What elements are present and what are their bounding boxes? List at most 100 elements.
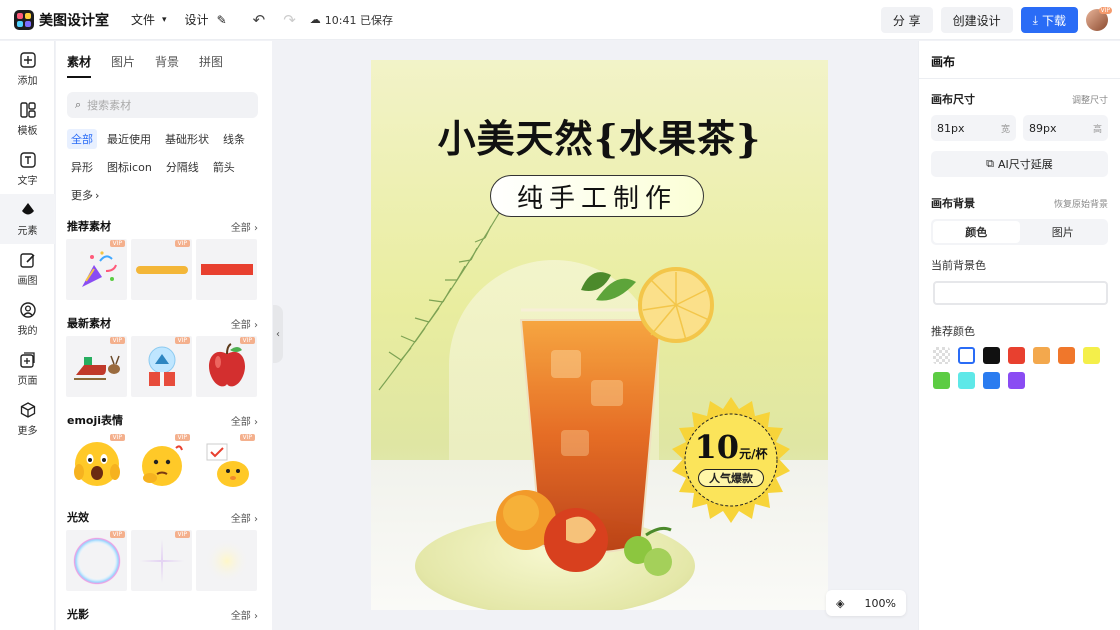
poster-title[interactable]: 小美天然{水果茶} <box>371 108 828 163</box>
logo-icon <box>14 9 34 30</box>
color-swatch[interactable] <box>933 372 950 389</box>
layers-icon[interactable]: ◈ <box>836 597 844 610</box>
price-badge[interactable]: 10元/杯 人气爆款 <box>666 395 796 525</box>
rail-item-elements[interactable]: 元素 <box>0 194 55 244</box>
current-color-swatch[interactable] <box>933 281 1108 305</box>
app-logo[interactable]: 美图设计室 <box>14 9 109 30</box>
shocked-emoji-thumb[interactable]: VIP <box>66 433 127 494</box>
chip-more[interactable]: 更多 › <box>67 185 103 205</box>
avatar[interactable]: VIP <box>1086 7 1112 31</box>
section-title: emoji表情 <box>67 414 124 427</box>
file-menu[interactable]: 文件 ▾ <box>131 11 167 28</box>
zoom-level[interactable]: 100% <box>865 597 896 610</box>
color-swatch[interactable] <box>983 372 1000 389</box>
properties-panel: 画布 画布尺寸 调整尺寸 81px 宽 89px 高 ⧉ AI尺寸延展 画布背景 恢复… <box>918 41 1120 630</box>
chip-dividers[interactable]: 分隔线 <box>162 157 203 177</box>
color-swatch[interactable] <box>933 347 950 364</box>
tab-color[interactable]: 颜色 <box>933 221 1020 243</box>
view-all-label: 全部 <box>230 610 251 622</box>
bg-type-toggle: 颜色 图片 <box>931 219 1108 245</box>
color-swatch[interactable] <box>958 372 975 389</box>
rail-item-add[interactable]: 添加 <box>0 44 55 94</box>
create-design-button[interactable]: 创建设计 <box>940 7 1013 33</box>
tab-image[interactable]: 图片 <box>1020 221 1107 243</box>
color-swatch[interactable] <box>1008 347 1025 364</box>
poster-subtitle[interactable]: 纯手工制作 <box>490 175 704 217</box>
top-bar: 美图设计室 文件 ▾ 设计 ✎ ↶ ↷ ☁ 10:41 已保存 分 享 创建设计 ⤓ 下… <box>0 0 1120 40</box>
current-bg-label: 当前背景色 <box>931 259 986 272</box>
color-swatch[interactable] <box>1008 372 1025 389</box>
thumb-row: VIP VIP <box>66 530 272 591</box>
view-all-link[interactable]: 全部 › <box>231 413 258 428</box>
view-all-link[interactable]: 全部 › <box>231 607 258 622</box>
color-swatch[interactable] <box>983 347 1000 364</box>
edit-icon: ✎ <box>216 12 227 27</box>
chip-lines[interactable]: 线条 <box>219 129 249 149</box>
share-button[interactable]: 分 享 <box>880 7 933 33</box>
rail-item-template[interactable]: 模板 <box>0 94 55 144</box>
tab-collage[interactable]: 拼图 <box>199 53 223 78</box>
section-light-shadow: 光影 全部 › <box>67 605 258 623</box>
thinking-emoji-thumb[interactable]: VIP <box>131 433 192 494</box>
sleigh-thumb[interactable]: VIP <box>66 336 127 397</box>
search-input[interactable]: ⌕ 搜索素材 <box>67 92 258 118</box>
view-all-label: 全部 <box>230 513 251 525</box>
chip-basic-shapes[interactable]: 基础形状 <box>161 129 213 149</box>
red-apple-thumb[interactable]: VIP <box>196 336 257 397</box>
cloud-icon: ☁ <box>309 13 321 26</box>
undo-icon[interactable]: ↶ <box>253 11 266 29</box>
design-canvas[interactable]: 小美天然{水果茶} 纯手工制作 10元/杯 人气爆款 <box>371 60 828 610</box>
view-all-link[interactable]: 全部 › <box>231 316 258 331</box>
chip-icons[interactable]: 图标icon <box>103 157 156 177</box>
rail-item-more[interactable]: 更多 <box>0 394 55 444</box>
rail-item-pages[interactable]: 页面 <box>0 344 55 394</box>
tab-images[interactable]: 图片 <box>111 53 135 78</box>
rail-label: 画图 <box>17 276 38 287</box>
rail-label: 元素 <box>17 226 38 237</box>
height-field[interactable]: 89px 高 <box>1023 115 1108 141</box>
redo-icon[interactable]: ↷ <box>283 11 296 29</box>
color-swatch[interactable] <box>1058 347 1075 364</box>
ai-expand-button[interactable]: ⧉ AI尺寸延展 <box>931 151 1108 177</box>
chip-arrows[interactable]: 箭头 <box>209 157 239 177</box>
chip-recent[interactable]: 最近使用 <box>103 129 155 149</box>
bubble-thumb[interactable]: VIP <box>66 530 127 591</box>
pen-icon <box>19 251 37 269</box>
view-all-link[interactable]: 全部 › <box>231 510 258 525</box>
chip-all[interactable]: 全部 <box>67 129 97 149</box>
save-status-text: 10:41 已保存 <box>324 13 393 27</box>
color-swatch[interactable] <box>958 347 975 364</box>
snow-globe-thumb[interactable]: VIP <box>131 336 192 397</box>
glow-thumb[interactable] <box>196 530 257 591</box>
collapse-panel-button[interactable]: ‹ <box>273 305 283 363</box>
peach-fruit <box>496 490 672 576</box>
color-swatch[interactable] <box>1033 347 1050 364</box>
text-icon <box>19 151 37 169</box>
width-field[interactable]: 81px 宽 <box>931 115 1016 141</box>
resize-link[interactable]: 调整尺寸 <box>1072 93 1108 106</box>
rail-item-mine[interactable]: 我的 <box>0 294 55 344</box>
download-button[interactable]: ⤓ 下载 <box>1020 7 1078 33</box>
left-rail: 添加 模板 文字 元素 画图 我的 页面 更多 <box>0 41 55 630</box>
sign-emoji-thumb[interactable]: VIP <box>196 433 257 494</box>
chip-irregular[interactable]: 异形 <box>67 157 97 177</box>
tab-materials[interactable]: 素材 <box>67 53 92 78</box>
reset-bg-link[interactable]: 恢复原始背景 <box>1054 197 1108 210</box>
popular-tag: 人气爆款 <box>698 469 764 487</box>
rail-item-text[interactable]: 文字 <box>0 144 55 194</box>
thumb-row: VIP VIP VIP <box>66 336 272 397</box>
sparkle-thumb[interactable]: VIP <box>131 530 192 591</box>
view-all-label: 全部 <box>230 222 251 234</box>
view-all-link[interactable]: 全部 › <box>231 219 258 234</box>
tab-backgrounds[interactable]: 背景 <box>155 53 179 78</box>
rail-item-draw[interactable]: 画图 <box>0 244 55 294</box>
brush-stroke-thumb[interactable]: VIP <box>131 239 192 300</box>
zoom-control[interactable]: ◈ 100% <box>826 590 906 616</box>
party-popper-thumb[interactable]: VIP <box>66 239 127 300</box>
vip-badge: VIP <box>239 337 255 344</box>
search-placeholder: 搜索素材 <box>87 99 132 112</box>
design-menu[interactable]: 设计 ✎ <box>185 11 227 28</box>
red-bar-thumb[interactable] <box>196 239 257 300</box>
color-swatch[interactable] <box>1083 347 1100 364</box>
canvas-bg-row: 画布背景 恢复原始背景 <box>931 195 1108 211</box>
